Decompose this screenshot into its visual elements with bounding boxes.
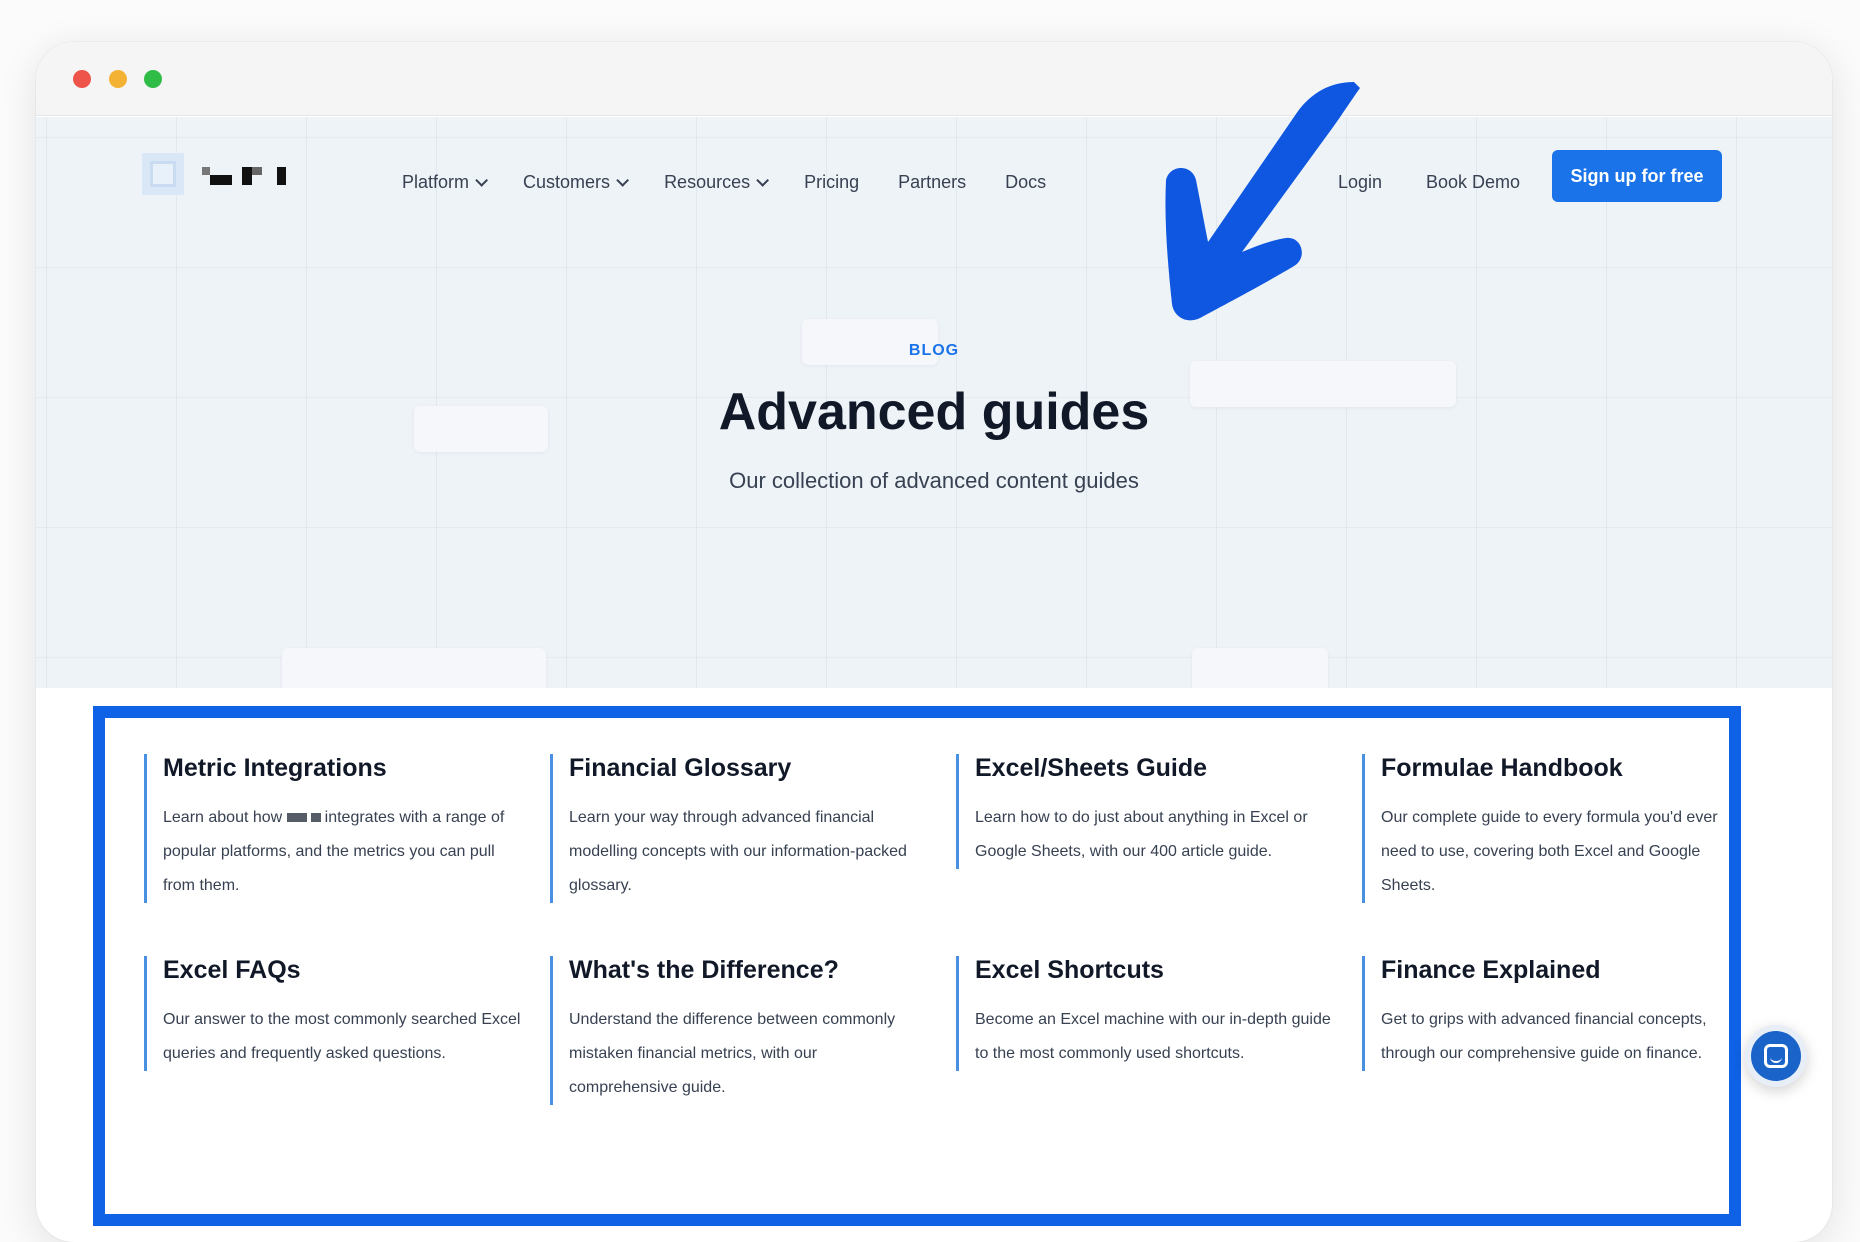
minimize-window-button[interactable] — [109, 70, 127, 88]
nav-item-platform[interactable]: Platform — [402, 172, 489, 193]
guide-card-whats-the-difference[interactable]: What's the Difference? Understand the di… — [550, 956, 930, 1105]
guide-title: Finance Explained — [1381, 956, 1601, 984]
guide-title: Metric Integrations — [163, 754, 387, 782]
annotation-arrow-icon — [1165, 82, 1360, 321]
chevron-down-icon — [756, 174, 770, 187]
nav-item-customers[interactable]: Customers — [523, 172, 630, 193]
page-subtitle: Our collection of advanced content guide… — [729, 468, 1139, 493]
guide-title: Excel/Sheets Guide — [975, 754, 1208, 782]
guide-title: Financial Glossary — [569, 754, 792, 782]
logo-icon[interactable] — [142, 153, 184, 195]
guide-description: Understand the difference between common… — [569, 1011, 896, 1096]
close-window-button[interactable] — [73, 70, 91, 88]
chat-launcher-button[interactable] — [1745, 1025, 1807, 1087]
decorative-card — [1192, 648, 1328, 688]
guide-title: What's the Difference? — [569, 956, 839, 984]
guide-title: Formulae Handbook — [1381, 754, 1623, 782]
nav-item-partners[interactable]: Partners — [898, 172, 966, 193]
window-titlebar — [36, 42, 1832, 116]
guide-card-excel-sheets-guide[interactable]: Excel/Sheets Guide Learn how to do just … — [956, 754, 1336, 869]
hero-eyebrow: BLOG — [908, 342, 960, 359]
browser-window: Platform Customers Resources Pricing Par… — [36, 42, 1832, 1242]
redacted-brand — [286, 813, 307, 823]
guide-description: Our complete guide to every formula you'… — [1381, 809, 1718, 894]
chevron-down-icon — [475, 174, 489, 187]
guide-card-finance-explained[interactable]: Finance Explained Get to grips with adva… — [1362, 956, 1742, 1071]
logo-wordmark[interactable] — [202, 167, 292, 187]
guide-description: Become an Excel machine with our in-dept… — [975, 1011, 1331, 1062]
nav-item-resources[interactable]: Resources — [664, 172, 770, 193]
guide-description: Our answer to the most commonly searched… — [163, 1011, 521, 1062]
guide-card-metric-integrations[interactable]: Metric Integrations Learn about how inte… — [144, 754, 524, 903]
book-demo-link[interactable]: Book Demo — [1426, 172, 1520, 193]
guide-card-excel-shortcuts[interactable]: Excel Shortcuts Become an Excel machine … — [956, 956, 1336, 1071]
guide-title: Excel Shortcuts — [975, 956, 1164, 984]
redacted-brand — [310, 813, 321, 823]
decorative-card — [282, 648, 546, 688]
nav-item-pricing[interactable]: Pricing — [804, 172, 859, 193]
guide-description: Learn about how integrates with a range … — [163, 809, 505, 894]
maximize-window-button[interactable] — [144, 70, 162, 88]
guide-card-financial-glossary[interactable]: Financial Glossary Learn your way throug… — [550, 754, 930, 903]
guide-description: Get to grips with advanced financial con… — [1381, 1011, 1707, 1062]
guide-card-excel-faqs[interactable]: Excel FAQs Our answer to the most common… — [144, 956, 524, 1071]
signup-button[interactable]: Sign up for free — [1552, 150, 1722, 202]
page-title: Advanced guides — [718, 383, 1150, 441]
guide-description: Learn your way through advanced financia… — [569, 809, 907, 894]
top-navigation: Platform Customers Resources Pricing Par… — [36, 117, 1832, 221]
chat-bubble-icon — [1764, 1044, 1788, 1068]
guide-card-formulae-handbook[interactable]: Formulae Handbook Our complete guide to … — [1362, 754, 1742, 903]
nav-links: Platform Customers Resources Pricing Par… — [402, 172, 1085, 193]
nav-item-docs[interactable]: Docs — [1005, 172, 1046, 193]
guide-title: Excel FAQs — [163, 956, 301, 984]
chevron-down-icon — [616, 174, 630, 187]
guide-description: Learn how to do just about anything in E… — [975, 809, 1308, 860]
